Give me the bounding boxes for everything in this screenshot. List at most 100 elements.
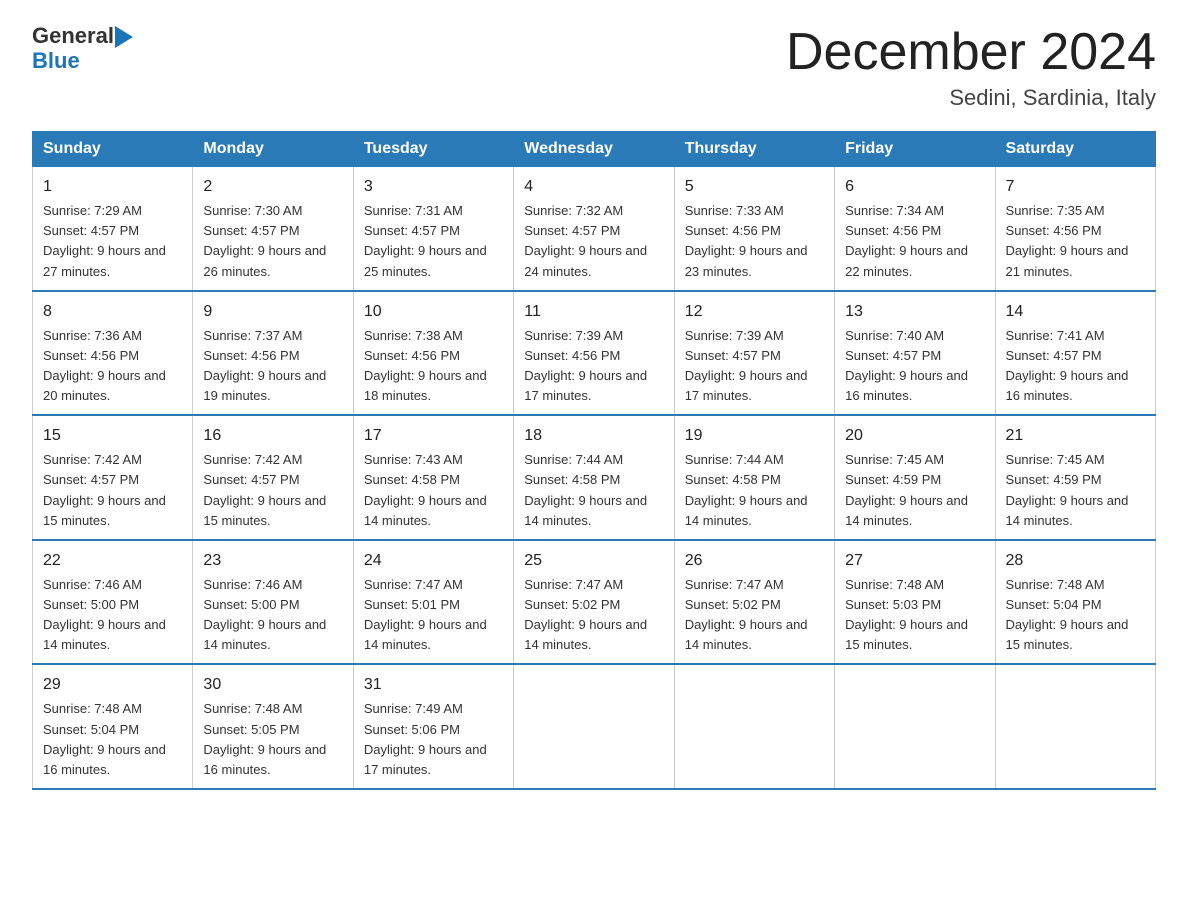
calendar-cell: 10Sunrise: 7:38 AMSunset: 4:56 PMDayligh… (353, 291, 513, 416)
calendar-cell: 14Sunrise: 7:41 AMSunset: 4:57 PMDayligh… (995, 291, 1155, 416)
day-info: Sunrise: 7:36 AMSunset: 4:56 PMDaylight:… (43, 326, 182, 407)
day-info: Sunrise: 7:39 AMSunset: 4:56 PMDaylight:… (524, 326, 663, 407)
logo-blue: Blue (32, 48, 80, 73)
day-number: 1 (43, 175, 182, 199)
logo: General Blue (32, 24, 133, 74)
calendar-subtitle: Sedini, Sardinia, Italy (786, 85, 1156, 111)
calendar-cell: 22Sunrise: 7:46 AMSunset: 5:00 PMDayligh… (33, 540, 193, 665)
day-number: 3 (364, 175, 503, 199)
title-section: December 2024 Sedini, Sardinia, Italy (786, 24, 1156, 111)
day-info: Sunrise: 7:49 AMSunset: 5:06 PMDaylight:… (364, 699, 503, 780)
day-info: Sunrise: 7:40 AMSunset: 4:57 PMDaylight:… (845, 326, 984, 407)
day-number: 10 (364, 300, 503, 324)
day-number: 8 (43, 300, 182, 324)
calendar-cell: 12Sunrise: 7:39 AMSunset: 4:57 PMDayligh… (674, 291, 834, 416)
day-number: 28 (1006, 549, 1145, 573)
weekday-header-monday: Monday (193, 132, 353, 167)
day-info: Sunrise: 7:48 AMSunset: 5:03 PMDaylight:… (845, 575, 984, 656)
day-number: 31 (364, 673, 503, 697)
day-number: 4 (524, 175, 663, 199)
calendar-week-2: 8Sunrise: 7:36 AMSunset: 4:56 PMDaylight… (33, 291, 1156, 416)
page-header: General Blue December 2024 Sedini, Sardi… (32, 24, 1156, 111)
day-number: 21 (1006, 424, 1145, 448)
day-info: Sunrise: 7:48 AMSunset: 5:04 PMDaylight:… (1006, 575, 1145, 656)
logo-general: General (32, 24, 114, 48)
calendar-cell: 4Sunrise: 7:32 AMSunset: 4:57 PMDaylight… (514, 167, 674, 291)
weekday-header-sunday: Sunday (33, 132, 193, 167)
day-info: Sunrise: 7:46 AMSunset: 5:00 PMDaylight:… (43, 575, 182, 656)
day-number: 13 (845, 300, 984, 324)
day-info: Sunrise: 7:37 AMSunset: 4:56 PMDaylight:… (203, 326, 342, 407)
day-number: 27 (845, 549, 984, 573)
day-info: Sunrise: 7:38 AMSunset: 4:56 PMDaylight:… (364, 326, 503, 407)
day-info: Sunrise: 7:45 AMSunset: 4:59 PMDaylight:… (845, 450, 984, 531)
calendar-cell: 1Sunrise: 7:29 AMSunset: 4:57 PMDaylight… (33, 167, 193, 291)
day-number: 11 (524, 300, 663, 324)
calendar-cell: 2Sunrise: 7:30 AMSunset: 4:57 PMDaylight… (193, 167, 353, 291)
calendar-week-3: 15 Sunrise: 7:42 AMSunset: 4:57 PMDayligh… (33, 415, 1156, 540)
calendar-cell: 24Sunrise: 7:47 AMSunset: 5:01 PMDayligh… (353, 540, 513, 665)
day-number: 6 (845, 175, 984, 199)
calendar-cell: 6Sunrise: 7:34 AMSunset: 4:56 PMDaylight… (835, 167, 995, 291)
calendar-cell (995, 664, 1155, 789)
calendar-cell: 18Sunrise: 7:44 AMSunset: 4:58 PMDayligh… (514, 415, 674, 540)
calendar-cell: 16Sunrise: 7:42 AMSunset: 4:57 PMDayligh… (193, 415, 353, 540)
day-number: 18 (524, 424, 663, 448)
day-number: 20 (845, 424, 984, 448)
day-number: 14 (1006, 300, 1145, 324)
calendar-cell: 15Sunrise: 7:42 AMSunset: 4:57 PMDayligh… (33, 415, 193, 540)
calendar-cell: 28Sunrise: 7:48 AMSunset: 5:04 PMDayligh… (995, 540, 1155, 665)
calendar-cell: 5Sunrise: 7:33 AMSunset: 4:56 PMDaylight… (674, 167, 834, 291)
day-number: 23 (203, 549, 342, 573)
day-info: Sunrise: 7:33 AMSunset: 4:56 PMDaylight:… (685, 201, 824, 282)
day-number: 30 (203, 673, 342, 697)
calendar-cell: 23Sunrise: 7:46 AMSunset: 5:00 PMDayligh… (193, 540, 353, 665)
day-info: Sunrise: 7:48 AMSunset: 5:05 PMDaylight:… (203, 699, 342, 780)
calendar-cell (835, 664, 995, 789)
day-number: 17 (364, 424, 503, 448)
day-number: 7 (1006, 175, 1145, 199)
calendar-cell: 27Sunrise: 7:48 AMSunset: 5:03 PMDayligh… (835, 540, 995, 665)
day-info: Sunrise: 7:32 AMSunset: 4:57 PMDaylight:… (524, 201, 663, 282)
day-info: Sunrise: 7:39 AMSunset: 4:57 PMDaylight:… (685, 326, 824, 407)
day-number: 2 (203, 175, 342, 199)
calendar-cell: 7Sunrise: 7:35 AMSunset: 4:56 PMDaylight… (995, 167, 1155, 291)
day-info: Sunrise: 7:46 AMSunset: 5:00 PMDaylight:… (203, 575, 342, 656)
weekday-header-tuesday: Tuesday (353, 132, 513, 167)
day-info: Sunrise: 7:47 AMSunset: 5:02 PMDaylight:… (524, 575, 663, 656)
day-number: 16 (203, 424, 342, 448)
calendar-cell: 25Sunrise: 7:47 AMSunset: 5:02 PMDayligh… (514, 540, 674, 665)
calendar-cell: 30Sunrise: 7:48 AMSunset: 5:05 PMDayligh… (193, 664, 353, 789)
calendar-cell: 20Sunrise: 7:45 AMSunset: 4:59 PMDayligh… (835, 415, 995, 540)
weekday-header-saturday: Saturday (995, 132, 1155, 167)
calendar-cell: 17Sunrise: 7:43 AMSunset: 4:58 PMDayligh… (353, 415, 513, 540)
day-info: Sunrise: 7:44 AMSunset: 4:58 PMDaylight:… (685, 450, 824, 531)
weekday-header-wednesday: Wednesday (514, 132, 674, 167)
weekday-header-friday: Friday (835, 132, 995, 167)
calendar-week-1: 1Sunrise: 7:29 AMSunset: 4:57 PMDaylight… (33, 167, 1156, 291)
day-number: 25 (524, 549, 663, 573)
day-info: Sunrise: 7:29 AMSunset: 4:57 PMDaylight:… (43, 201, 182, 282)
day-number: 24 (364, 549, 503, 573)
day-number: 15 (43, 424, 182, 448)
calendar-cell: 26Sunrise: 7:47 AMSunset: 5:02 PMDayligh… (674, 540, 834, 665)
day-info: Sunrise: 7:47 AMSunset: 5:02 PMDaylight:… (685, 575, 824, 656)
day-info: Sunrise: 7:30 AMSunset: 4:57 PMDaylight:… (203, 201, 342, 282)
calendar-cell: 19Sunrise: 7:44 AMSunset: 4:58 PMDayligh… (674, 415, 834, 540)
day-info: Sunrise: 7:31 AMSunset: 4:57 PMDaylight:… (364, 201, 503, 282)
calendar-cell: 3Sunrise: 7:31 AMSunset: 4:57 PMDaylight… (353, 167, 513, 291)
day-info: Sunrise: 7:42 AMSunset: 4:57 PMDaylight:… (203, 450, 342, 531)
logo-arrow-icon (115, 26, 133, 48)
day-number: 29 (43, 673, 182, 697)
calendar-cell: 11Sunrise: 7:39 AMSunset: 4:56 PMDayligh… (514, 291, 674, 416)
day-number: 19 (685, 424, 824, 448)
day-number: 9 (203, 300, 342, 324)
day-info: Sunrise: 7:35 AMSunset: 4:56 PMDaylight:… (1006, 201, 1145, 282)
day-info: Sunrise: 7:41 AMSunset: 4:57 PMDaylight:… (1006, 326, 1145, 407)
weekday-header-thursday: Thursday (674, 132, 834, 167)
day-info: Sunrise: 7:34 AMSunset: 4:56 PMDaylight:… (845, 201, 984, 282)
day-number: 12 (685, 300, 824, 324)
calendar-cell: 31Sunrise: 7:49 AMSunset: 5:06 PMDayligh… (353, 664, 513, 789)
day-info: Sunrise: 7:48 AMSunset: 5:04 PMDaylight:… (43, 699, 182, 780)
day-info: Sunrise: 7:47 AMSunset: 5:01 PMDaylight:… (364, 575, 503, 656)
